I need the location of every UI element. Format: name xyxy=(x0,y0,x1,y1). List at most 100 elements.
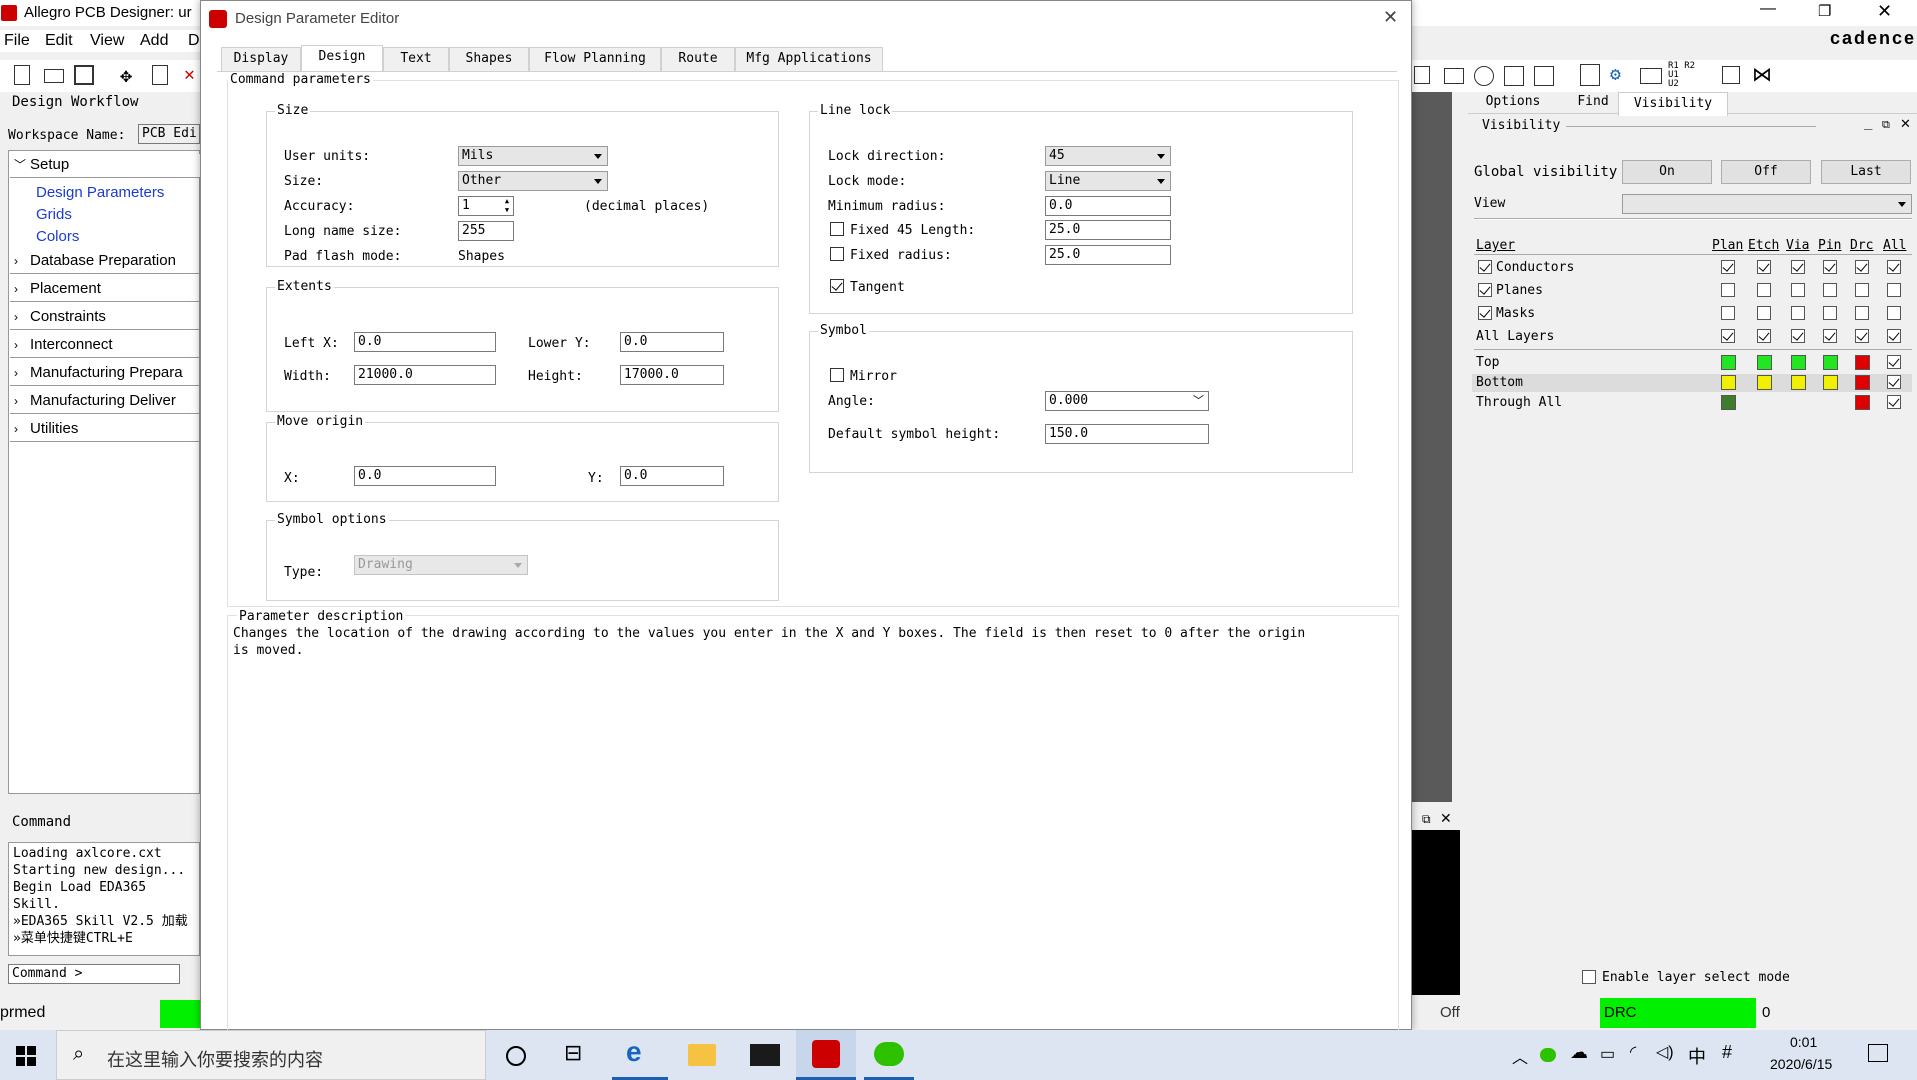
min-radius-field[interactable]: 0.0 xyxy=(1045,196,1171,216)
save-icon[interactable] xyxy=(74,65,94,85)
mail-icon[interactable] xyxy=(750,1044,780,1066)
rect-icon[interactable] xyxy=(1414,66,1430,84)
mirror-checkbox[interactable] xyxy=(830,368,844,382)
task-view-icon[interactable]: ⊟ xyxy=(564,1040,582,1066)
tab-display[interactable]: Display xyxy=(221,47,301,71)
grid-checkbox[interactable] xyxy=(1823,306,1837,320)
grid-checkbox[interactable] xyxy=(1721,306,1735,320)
grid-checkbox[interactable] xyxy=(1721,329,1735,343)
origin-y-field[interactable]: 0.0 xyxy=(620,466,724,486)
panel-close-icon[interactable]: ✕ xyxy=(1900,116,1911,132)
tab-visibility[interactable]: Visibility xyxy=(1618,92,1728,116)
tray-chevron-up-icon[interactable]: ︿ xyxy=(1512,1044,1528,1068)
symbol-height-field[interactable]: 150.0 xyxy=(1045,424,1209,444)
keyboard-grid-icon[interactable]: # xyxy=(1722,1042,1732,1063)
settings-icon[interactable]: ⚙ xyxy=(1610,64,1630,86)
grid-checkbox[interactable] xyxy=(1757,283,1771,297)
tangent-checkbox[interactable] xyxy=(830,279,844,293)
battery-icon[interactable]: ▭ xyxy=(1600,1044,1615,1064)
grid-checkbox[interactable] xyxy=(1855,329,1869,343)
lock-mode-dropdown[interactable]: Line xyxy=(1045,171,1171,191)
close-icon[interactable]: ✕ xyxy=(1877,1,1892,22)
grid-checkbox[interactable] xyxy=(1855,306,1869,320)
restore-button[interactable]: ❐ xyxy=(1818,2,1831,20)
top-drc-swatch[interactable] xyxy=(1855,355,1870,370)
dialog-close-icon[interactable]: ✕ xyxy=(1383,7,1398,28)
top-etch-swatch[interactable] xyxy=(1757,355,1772,370)
worldview-float-icon[interactable]: ⧉ xyxy=(1422,812,1431,827)
bottom-drc-swatch[interactable] xyxy=(1855,375,1870,390)
volume-icon[interactable]: ◁) xyxy=(1656,1042,1674,1062)
camera-icon[interactable] xyxy=(1640,68,1662,84)
grid-checkbox[interactable] xyxy=(1887,306,1901,320)
wifi-icon[interactable]: ◜ xyxy=(1630,1042,1636,1062)
long-name-field[interactable]: 255 xyxy=(458,221,514,241)
grid-checkbox[interactable] xyxy=(1757,260,1771,274)
tree-constraints[interactable]: › Constraints xyxy=(10,306,200,330)
tab-route[interactable]: Route xyxy=(661,47,735,71)
spinner-arrows-icon[interactable]: ▲ ▼ xyxy=(501,197,513,215)
edge-icon[interactable]: e xyxy=(626,1036,642,1068)
grid-checkbox[interactable] xyxy=(1855,260,1869,274)
ime-indicator[interactable]: 中 xyxy=(1688,1043,1706,1069)
worldview-close-icon[interactable]: ✕ xyxy=(1440,810,1452,827)
menu-view[interactable]: View xyxy=(90,32,124,50)
tab-flow-planning[interactable]: Flow Planning xyxy=(529,47,661,71)
cortana-icon[interactable] xyxy=(506,1046,526,1066)
grid-checkbox[interactable] xyxy=(1823,283,1837,297)
grid-checkbox[interactable] xyxy=(1855,283,1869,297)
grid-checkbox[interactable] xyxy=(1791,260,1805,274)
tree-colors[interactable]: Colors xyxy=(36,228,79,245)
view-dropdown[interactable] xyxy=(1622,194,1912,214)
through-all-checkbox[interactable] xyxy=(1887,395,1901,409)
tab-design[interactable]: Design xyxy=(301,45,383,71)
rectangle-icon[interactable] xyxy=(1444,68,1464,84)
menu-file[interactable]: File xyxy=(4,32,30,50)
grid-checkbox[interactable] xyxy=(1757,306,1771,320)
top-all-checkbox[interactable] xyxy=(1887,355,1901,369)
grid-checkbox[interactable] xyxy=(1791,329,1805,343)
copy-icon[interactable] xyxy=(152,65,168,85)
r1r2-icon[interactable]: R1 R2 U1 U2 xyxy=(1668,62,1695,89)
grid-checkbox[interactable] xyxy=(1887,283,1901,297)
grid-checkbox[interactable] xyxy=(1791,283,1805,297)
grid-checkbox[interactable] xyxy=(1823,329,1837,343)
panel-float-icon[interactable]: ⧉ xyxy=(1882,118,1890,132)
through-drc-swatch[interactable] xyxy=(1855,395,1870,410)
top-pin-swatch[interactable] xyxy=(1823,355,1838,370)
fixed-radius-field[interactable]: 25.0 xyxy=(1045,245,1171,265)
tree-manufacturing-deliver[interactable]: › Manufacturing Deliver xyxy=(10,390,200,414)
tree-database-preparation[interactable]: › Database Preparation xyxy=(10,250,200,274)
tree-placement[interactable]: › Placement xyxy=(10,278,200,302)
grid-checkbox[interactable] xyxy=(1791,306,1805,320)
start-windows-icon[interactable] xyxy=(16,1046,36,1066)
angle-combo[interactable]: 0.000 ﹀ xyxy=(1045,391,1209,411)
top-via-swatch[interactable] xyxy=(1791,355,1806,370)
slope-icon[interactable] xyxy=(1534,66,1554,86)
origin-x-field[interactable]: 0.0 xyxy=(354,466,496,486)
tab-text[interactable]: Text xyxy=(383,47,449,71)
panel-minimize-icon[interactable]: _ xyxy=(1864,114,1872,130)
tab-shapes[interactable]: Shapes xyxy=(449,47,529,71)
grid-checkbox[interactable] xyxy=(1721,260,1735,274)
planes-checkbox[interactable] xyxy=(1478,283,1492,297)
visibility-last-button[interactable]: Last xyxy=(1821,160,1911,184)
tray-wechat-icon[interactable] xyxy=(1540,1048,1556,1062)
open-icon[interactable] xyxy=(44,69,64,83)
conductors-checkbox[interactable] xyxy=(1478,260,1492,274)
tree-design-parameters[interactable]: Design Parameters xyxy=(36,184,164,201)
minimize-button[interactable]: — xyxy=(1760,0,1776,18)
grid-checkbox[interactable] xyxy=(1721,283,1735,297)
tree-setup[interactable]: ﹀ Setup xyxy=(10,154,200,178)
size-dropdown[interactable]: Other xyxy=(458,171,608,191)
width-field[interactable]: 21000.0 xyxy=(354,365,496,385)
masks-checkbox[interactable] xyxy=(1478,306,1492,320)
fixed45-checkbox[interactable] xyxy=(830,222,844,236)
table-icon[interactable] xyxy=(1580,64,1600,86)
tree-utilities[interactable]: › Utilities xyxy=(10,418,200,442)
select-icon[interactable] xyxy=(1504,66,1524,86)
wechat-icon[interactable] xyxy=(874,1042,904,1066)
menu-add[interactable]: Add xyxy=(140,32,168,50)
bottom-etch-swatch[interactable] xyxy=(1757,375,1772,390)
left-x-field[interactable]: 0.0 xyxy=(354,332,496,352)
